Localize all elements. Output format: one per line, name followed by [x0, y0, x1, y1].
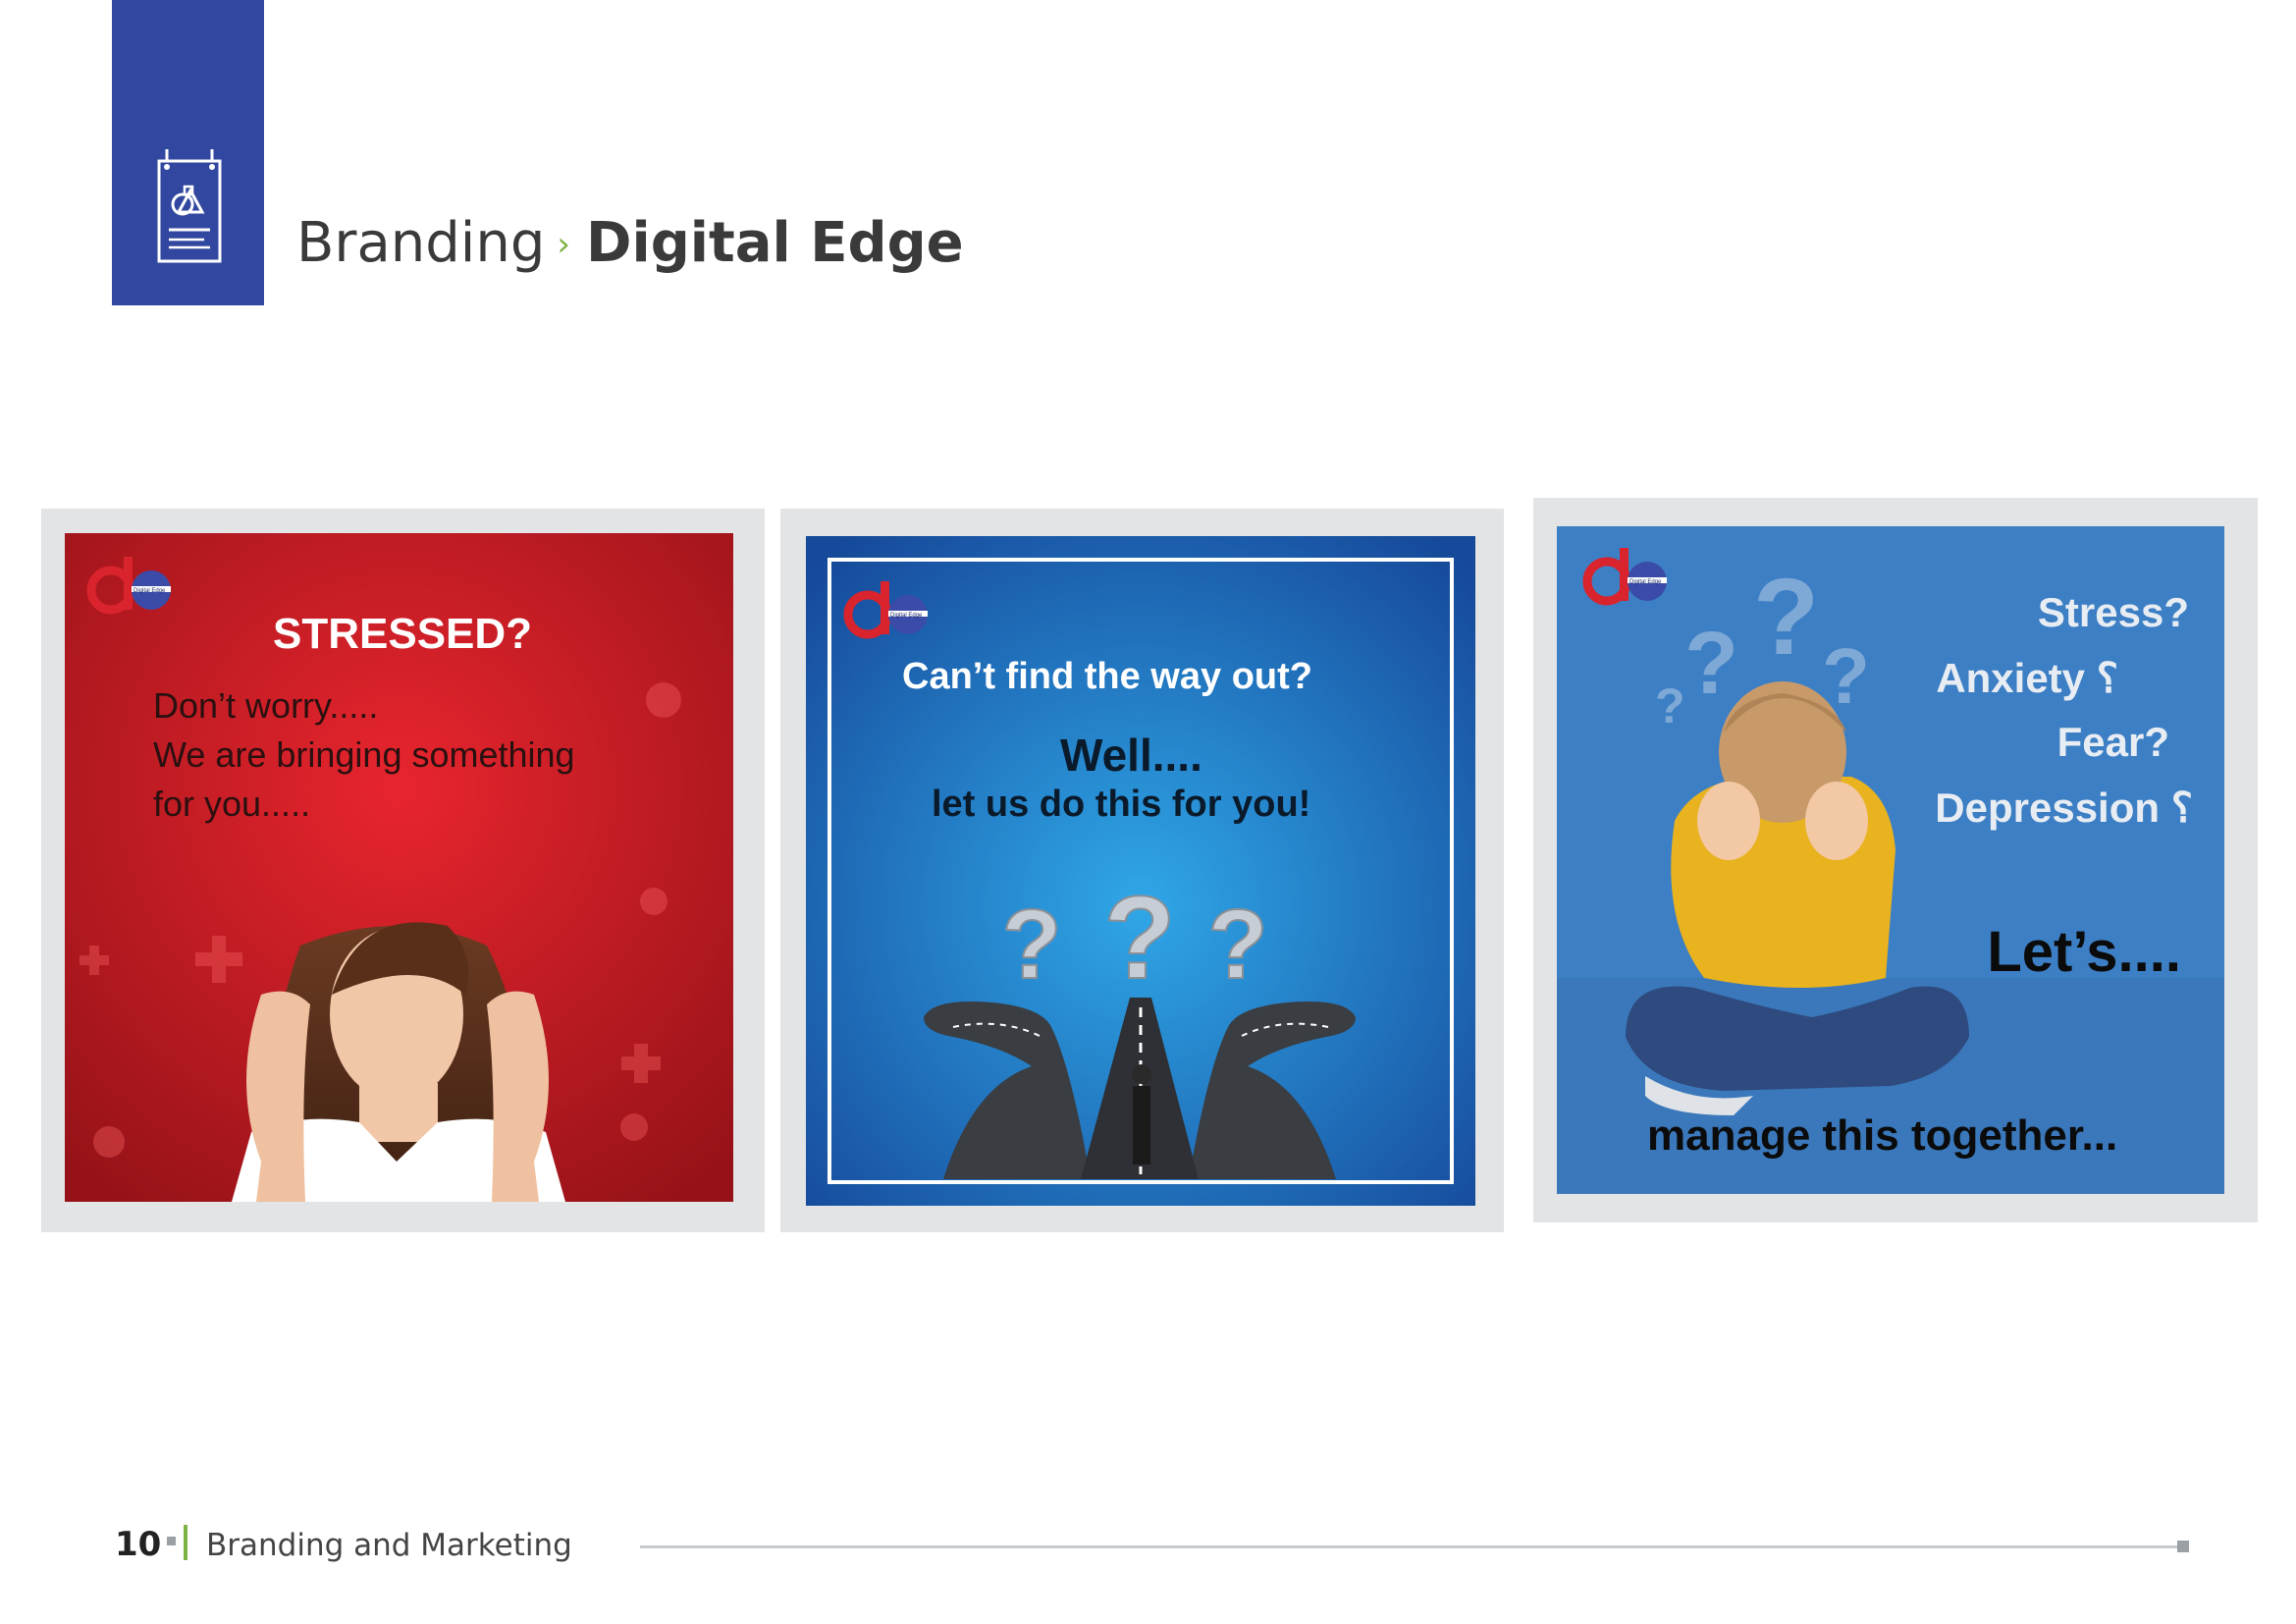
poster1-line-3: for you.....	[153, 784, 311, 824]
digital-edge-logo: Digital Edge	[843, 581, 928, 639]
footer-label: Branding and Marketing	[206, 1528, 572, 1563]
svg-text:?: ?	[1207, 890, 1267, 1000]
digital-edge-logo: Digital Edge	[1582, 548, 1667, 606]
poster1-headline: STRESSED?	[273, 610, 533, 658]
poster3-lets: Let’s....	[1987, 920, 2181, 984]
svg-text:?: ?	[1753, 557, 1819, 677]
breadcrumb-separator: ›	[557, 225, 571, 264]
logo-text: Digital Edge	[133, 588, 166, 594]
poster3-word-4: Depression ؟	[1935, 785, 2193, 831]
poster2-headline: Can’t find the way out?	[902, 656, 1312, 697]
design-brief-icon	[157, 149, 222, 263]
svg-text:?: ?	[1001, 890, 1061, 1000]
poster2-line-2: Well....	[1060, 730, 1202, 781]
svg-text:?: ?	[1103, 872, 1175, 1003]
poster3-word-3: Fear?	[2056, 719, 2169, 765]
svg-text:?: ?	[1684, 615, 1738, 713]
logo-text: Digital Edge	[1629, 579, 1662, 585]
breadcrumb-section: Branding	[296, 211, 546, 275]
breadcrumb-title: Digital Edge	[586, 211, 964, 275]
footer-accent-bar	[184, 1525, 187, 1560]
poster-stress-anxiety: ? ? ? ? Digital Edge Stress? Anxiety ؟ F…	[1557, 526, 2224, 1194]
poster1-line-2: We are bringing something	[153, 734, 575, 775]
page-number: 10	[115, 1525, 162, 1564]
poster-way-out: ? ? ? Digital Edge Can’t find the way ou…	[806, 536, 1475, 1206]
logo-text: Digital Edge	[890, 613, 923, 619]
svg-text:?: ?	[1655, 678, 1685, 733]
poster3-bottom: manage this together...	[1647, 1111, 2118, 1160]
poster1-line-1: Don’t worry.....	[153, 685, 379, 726]
footer-bullet	[167, 1537, 176, 1545]
poster2-line-3: let us do this for you!	[932, 784, 1311, 825]
section-tab	[112, 0, 264, 305]
poster3-word-2: Anxiety ؟	[1936, 655, 2118, 701]
footer-divider	[640, 1545, 2179, 1548]
poster-stressed: Digital Edge STRESSED? Don’t worry..... …	[65, 533, 733, 1202]
poster3-word-1: Stress?	[2037, 589, 2189, 635]
digital-edge-logo: Digital Edge	[86, 557, 171, 615]
page-title: Branding › Digital Edge	[296, 211, 964, 275]
footer-end-marker	[2177, 1541, 2189, 1552]
